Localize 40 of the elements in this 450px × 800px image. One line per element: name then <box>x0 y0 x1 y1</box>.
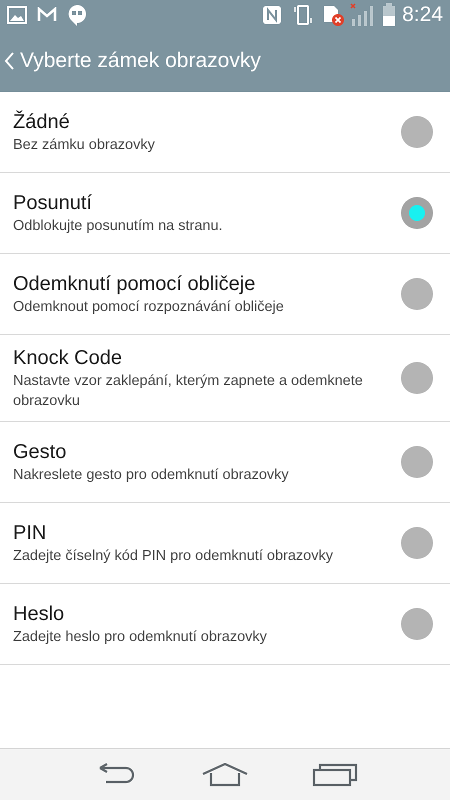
option-title: Posunutí <box>13 191 93 216</box>
option-description: Odblokujte posunutím na stranu. <box>13 217 224 236</box>
option-title: Gesto <box>13 440 68 465</box>
radio-button[interactable] <box>401 527 433 559</box>
lock-option-row[interactable]: Knock Code Nastavte vzor zaklepání, kterým zapnete a odemknete obrazovku <box>0 335 450 422</box>
option-title: Žádné <box>13 110 71 135</box>
radio-button[interactable] <box>401 608 433 640</box>
radio-button[interactable] <box>401 446 433 478</box>
option-title: Heslo <box>13 602 66 627</box>
vibrate-icon <box>292 4 314 26</box>
radio-button[interactable] <box>401 278 433 310</box>
option-description: Odemknout pomocí rozpoznávání obličeje <box>13 298 285 317</box>
nfc-icon <box>262 5 282 25</box>
option-title: PIN <box>13 521 48 546</box>
option-description: Nastavte vzor zaklepání, kterým zapnete a odemknete obrazovku <box>13 372 364 411</box>
option-title: Knock Code <box>13 346 123 371</box>
clock-time: 8:24 <box>402 2 443 28</box>
option-description: Zadejte heslo pro odemknutí obrazovky <box>13 628 268 647</box>
option-title: Odemknutí pomocí obličeje <box>13 272 256 297</box>
lock-option-row[interactable]: Žádné Bez zámku obrazovky <box>0 92 450 173</box>
sim-error-icon <box>322 3 346 27</box>
radio-button[interactable] <box>401 362 433 394</box>
option-description: Zadejte číselný kód PIN pro odemknutí obrazovky <box>13 547 334 566</box>
radio-button[interactable] <box>401 197 433 229</box>
home-icon[interactable] <box>200 762 249 786</box>
lock-option-row[interactable]: Odemknutí pomocí obličeje Odemknout pomocí rozpoznávání obličeje <box>0 254 450 335</box>
option-description: Nakreslete gesto pro odemknutí obrazovky <box>13 466 290 485</box>
back-chevron-icon <box>4 52 14 70</box>
lock-option-row[interactable]: Heslo Zadejte heslo pro odemknutí obrazovky <box>0 584 450 665</box>
option-description: Bez zámku obrazovky <box>13 136 156 155</box>
lock-option-row[interactable]: Posunutí Odblokujte posunutím na stranu. <box>0 173 450 254</box>
screen-title: Vyberte zámek obrazovky <box>20 48 261 74</box>
lock-option-row[interactable]: Gesto Nakreslete gesto pro odemknutí obrazovky <box>0 422 450 503</box>
battery-icon <box>382 3 396 27</box>
mail-icon <box>37 7 57 23</box>
chat-bubble-icon <box>67 4 87 26</box>
radio-button[interactable] <box>401 116 433 148</box>
picture-icon <box>7 6 27 24</box>
recent-apps-icon[interactable] <box>312 762 358 786</box>
lock-option-row[interactable]: PIN Zadejte číselný kód PIN pro odemknutí obrazovky <box>0 503 450 584</box>
